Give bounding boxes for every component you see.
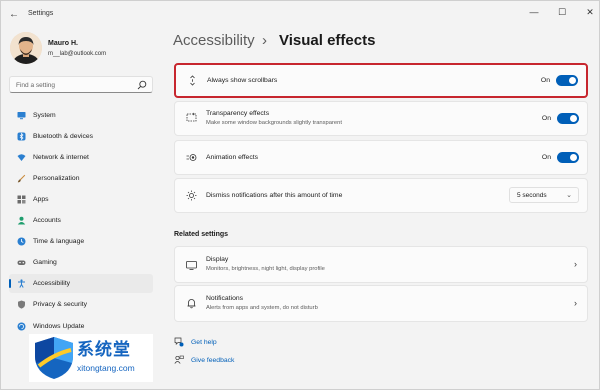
setting-subtitle: Make some window backgrounds slightly tr…	[206, 120, 342, 126]
back-button[interactable]: ←	[7, 7, 21, 21]
app-title: Settings	[28, 10, 54, 17]
search-icon[interactable]	[137, 80, 147, 90]
sidebar-item-label: System	[33, 112, 56, 119]
update-icon	[17, 322, 26, 331]
search-box[interactable]	[9, 76, 153, 93]
toggle-knob	[569, 77, 576, 84]
sidebar-item-personalization[interactable]: Personalization	[9, 169, 153, 188]
sidebar-item-system[interactable]: System	[9, 106, 153, 125]
toggle-knob	[570, 115, 577, 122]
sidebar-item-accessibility[interactable]: Accessibility	[9, 274, 153, 293]
chevron-right-icon: ›	[574, 259, 577, 269]
chevron-right-icon: ›	[574, 298, 577, 308]
search-input[interactable]	[16, 80, 134, 90]
wifi-icon	[17, 153, 26, 162]
monitor-icon	[17, 111, 26, 120]
animation-setting-card: Animation effects On	[174, 140, 588, 175]
title-bar: ← Settings — ☐ ✕	[1, 1, 600, 27]
setting-title: Display	[206, 256, 229, 263]
feedback-icon	[174, 355, 184, 365]
setting-title: Transparency effects	[206, 110, 270, 117]
scrollbar-icon	[187, 75, 198, 86]
chevron-down-icon: ⌄	[566, 192, 572, 199]
toggle-knob	[570, 154, 577, 161]
globe-clock-icon	[17, 237, 26, 246]
sidebar-item-apps[interactable]: Apps	[9, 190, 153, 209]
minimize-button[interactable]: —	[525, 5, 543, 19]
setting-title: Dismiss notifications after this amount …	[206, 192, 343, 199]
avatar[interactable]	[10, 32, 42, 64]
sun-icon	[186, 190, 197, 201]
dropdown-value: 5 seconds	[517, 192, 547, 199]
scrollbars-setting-card: Always show scrollbars On	[174, 63, 588, 98]
notification-timeout-card: Dismiss notifications after this amount …	[174, 178, 588, 213]
sidebar-item-label: Bluetooth & devices	[33, 133, 94, 140]
accessibility-icon	[17, 279, 26, 288]
setting-title: Animation effects	[206, 154, 259, 161]
bell-icon	[186, 298, 197, 309]
breadcrumb-separator: ›	[262, 32, 267, 49]
sidebar-item-bluetooth[interactable]: Bluetooth & devices	[9, 127, 153, 146]
sidebar-item-label: Gaming	[33, 259, 57, 266]
sidebar-item-network[interactable]: Network & internet	[9, 148, 153, 167]
sidebar-item-privacy[interactable]: Privacy & security	[9, 295, 153, 314]
controller-icon	[17, 258, 26, 267]
sidebar-item-accounts[interactable]: Accounts	[9, 211, 153, 230]
sidebar-item-label: Accounts	[33, 217, 61, 224]
animation-toggle[interactable]	[557, 152, 579, 163]
display-link-card[interactable]: Display Monitors, brightness, night ligh…	[174, 246, 588, 283]
settings-window: ← Settings — ☐ ✕ Mauro H. m__lab@outlook…	[0, 0, 600, 390]
sidebar-item-label: Time & language	[33, 238, 85, 245]
profile-email: m__lab@outlook.com	[48, 51, 107, 57]
watermark-shield-icon	[35, 337, 73, 379]
animation-icon	[186, 152, 197, 163]
profile-name: Mauro H.	[48, 40, 78, 47]
close-button[interactable]: ✕	[581, 5, 599, 19]
setting-title: Notifications	[206, 295, 244, 302]
scrollbars-toggle[interactable]	[556, 75, 578, 86]
apps-icon	[17, 195, 26, 204]
watermark: 系统堂 xitongtang.com	[29, 334, 153, 382]
transparency-setting-card: Transparency effects Make some window ba…	[174, 101, 588, 136]
give-feedback-link[interactable]: Give feedback	[174, 354, 234, 366]
watermark-text: 系统堂	[77, 340, 131, 360]
setting-title: Always show scrollbars	[207, 77, 278, 84]
toggle-state-label: On	[540, 77, 550, 84]
bluetooth-icon	[17, 132, 26, 141]
sidebar-item-label: Apps	[33, 196, 49, 203]
sidebar-item-label: Personalization	[33, 175, 80, 182]
notifications-link-card[interactable]: Notifications Alerts from apps and syste…	[174, 285, 588, 322]
get-help-link[interactable]: Get help	[174, 336, 217, 348]
setting-subtitle: Monitors, brightness, night light, displ…	[206, 266, 325, 272]
sidebar-item-label: Windows Update	[33, 323, 85, 330]
page-title: Visual effects	[279, 32, 376, 49]
shield-icon	[17, 300, 26, 309]
sidebar-item-label: Privacy & security	[33, 301, 88, 308]
watermark-url: xitongtang.com	[77, 363, 135, 373]
toggle-state-label: On	[541, 154, 551, 161]
sidebar-item-time-language[interactable]: Time & language	[9, 232, 153, 251]
display-icon	[186, 260, 197, 271]
link-label[interactable]: Give feedback	[191, 357, 234, 364]
transparency-icon	[186, 112, 197, 123]
notification-timeout-dropdown[interactable]: 5 seconds ⌄	[509, 187, 579, 203]
related-settings-heading: Related settings	[174, 231, 229, 238]
breadcrumb-parent[interactable]: Accessibility	[173, 32, 255, 49]
help-icon	[174, 337, 184, 347]
sidebar-item-label: Accessibility	[33, 280, 71, 287]
active-indicator	[9, 279, 11, 288]
setting-subtitle: Alerts from apps and system, do not dist…	[206, 305, 318, 311]
sidebar-item-label: Network & internet	[33, 154, 89, 161]
toggle-state-label: On	[541, 115, 551, 122]
sidebar-item-gaming[interactable]: Gaming	[9, 253, 153, 272]
person-icon	[17, 216, 26, 225]
transparency-toggle[interactable]	[557, 113, 579, 124]
link-label[interactable]: Get help	[191, 339, 217, 346]
brush-icon	[17, 174, 26, 183]
user-avatar-icon	[10, 32, 42, 64]
maximize-button[interactable]: ☐	[553, 5, 571, 19]
